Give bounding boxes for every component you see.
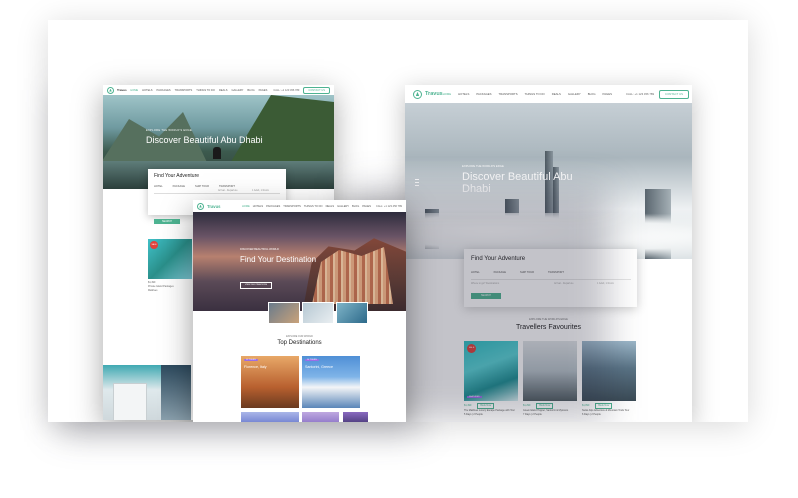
slider-dots[interactable] — [415, 179, 419, 187]
hero-banner: DISCOVER BEAUTIFUL WORLD Find Your Desti… — [193, 212, 406, 311]
logo[interactable]: Travus — [413, 89, 443, 99]
nav-item-deals[interactable]: DEALS — [219, 89, 228, 92]
nav-item-blog[interactable]: BLOG — [352, 205, 359, 208]
tab-hotel[interactable]: HOTEL — [154, 185, 163, 188]
hero-title: Find Your Destination — [240, 255, 317, 264]
hero-kicker: DISCOVER BEAUTIFUL WORLD — [240, 248, 279, 251]
screen-destinations: Travus HOME HOTELS PACKAGES TRANSPORTS T… — [193, 200, 406, 422]
tab-transport[interactable]: TRANSPORT — [219, 185, 235, 188]
nav-item-hotels[interactable]: HOTELS — [458, 92, 469, 96]
nav-item-things-to-do[interactable]: THINGS TO DO — [304, 205, 323, 208]
nav-item-hotels[interactable]: HOTELS — [142, 89, 152, 92]
logo-text: Travus — [207, 203, 221, 209]
nav-item-hotels[interactable]: HOTELS — [253, 205, 263, 208]
phone-number: CALL: +1 123 456 789 — [625, 92, 655, 96]
nav-item-deals[interactable]: DEALS — [552, 92, 561, 96]
date-field[interactable]: Arrival - Departure — [218, 189, 238, 192]
tour-card-image[interactable]: SALE — [148, 239, 192, 279]
building-image — [103, 365, 161, 420]
nav-item-packages[interactable]: PACKAGES — [266, 205, 280, 208]
logo-mountain-icon — [197, 202, 204, 210]
nav-item-gallery[interactable]: GALLERY — [337, 205, 349, 208]
logo-text: Travus — [425, 91, 443, 97]
nav-item-deals[interactable]: DEALS — [326, 205, 335, 208]
destination-card[interactable]: 14 TOURS Santorini, Greece — [302, 356, 360, 408]
tab-ship-tour[interactable]: SHIP TOUR — [195, 185, 209, 188]
guests-field[interactable]: 1 Adult, 1 Room — [252, 189, 269, 192]
section-title: Top Destinations — [277, 340, 322, 346]
nav-item-gallery[interactable]: GALLERY — [231, 89, 243, 92]
top-nav: Travus HOME HOTELS PACKAGES TRANSPORTS T… — [103, 85, 334, 95]
thumbnail[interactable] — [268, 302, 300, 324]
destination-card[interactable]: 12 TOURS Florence, Italy — [241, 356, 299, 408]
search-button[interactable]: SEARCH — [154, 219, 180, 224]
nav-item-home[interactable]: HOME — [242, 205, 250, 208]
tour-card-info: $1,499 Private Island Packages Maldives — [148, 281, 192, 293]
person-silhouette — [213, 147, 221, 159]
nav-menu: HOME HOTELS PACKAGES TRANSPORTS THINGS T… — [443, 92, 612, 96]
nav-item-packages[interactable]: PACKAGES — [157, 89, 171, 92]
nav-item-pages[interactable]: PAGES — [362, 205, 371, 208]
tour-card-meta: Maldives — [148, 289, 158, 292]
nav-item-transports[interactable]: TRANSPORTS — [175, 89, 193, 92]
contact-button[interactable]: CONTACT US — [659, 89, 689, 99]
logo-mountain-icon — [107, 86, 114, 94]
nav-item-home[interactable]: HOME — [130, 89, 138, 92]
hero-kicker: EXPLORE THE WORLD'S EDGE — [146, 129, 192, 132]
phone-number: CALL: +1 123 456 789 — [273, 88, 300, 92]
nav-item-transports[interactable]: TRANSPORTS — [499, 92, 518, 96]
hero-kicker: EXPLORE THE WORLD'S EDGE — [462, 164, 504, 168]
top-nav: Travus HOME HOTELS PACKAGES TRANSPORTS T… — [193, 200, 406, 212]
nav-item-things-to-do[interactable]: THINGS TO DO — [525, 92, 545, 96]
nav-item-gallery[interactable]: GALLERY — [568, 92, 581, 96]
nav-item-transports[interactable]: TRANSPORTS — [283, 205, 301, 208]
nav-item-pages[interactable]: PAGES — [259, 89, 268, 92]
nav-item-blog[interactable]: BLOG — [588, 92, 596, 96]
search-panel-title: Find Your Adventure — [154, 173, 200, 179]
tour-count-badge: 12 TOURS — [244, 359, 258, 361]
nav-item-packages[interactable]: PACKAGES — [476, 92, 491, 96]
logo[interactable]: Travus — [107, 86, 127, 94]
destination-card[interactable] — [241, 412, 299, 422]
logo-mountain-icon — [413, 89, 422, 99]
tour-count-badge: 14 TOURS — [305, 359, 319, 361]
hero-title: Discover Beautiful Abu Dhabi — [146, 135, 263, 145]
search-tabs: HOTEL PACKAGE SHIP TOUR TRANSPORT — [154, 185, 235, 188]
tab-package[interactable]: PACKAGE — [173, 185, 185, 188]
hero-thumbnails — [268, 302, 368, 324]
mockup-board: Travus HOME HOTELS PACKAGES TRANSPORTS T… — [48, 20, 748, 422]
nav-item-blog[interactable]: BLOG — [247, 89, 254, 92]
nav-item-pages[interactable]: PAGES — [603, 92, 612, 96]
destination-name: Florence, Italy — [244, 365, 267, 369]
thumbnail[interactable] — [302, 302, 334, 324]
nav-item-things-to-do[interactable]: THINGS TO DO — [196, 89, 215, 92]
phone-number: CALL: +1 123 456 789 — [375, 204, 402, 208]
top-nav: Travus HOME HOTELS PACKAGES TRANSPORTS T… — [405, 85, 692, 103]
logo-text: Travus — [117, 88, 127, 92]
section-kicker: EXPLORE OUR WORLD — [286, 335, 313, 338]
thumbnail[interactable] — [336, 302, 368, 324]
field-divider — [154, 193, 280, 194]
destination-card[interactable] — [302, 412, 339, 422]
building-shape — [113, 383, 147, 420]
destination-card[interactable] — [343, 412, 368, 422]
nav-menu: HOME HOTELS PACKAGES TRANSPORTS THINGS T… — [130, 89, 267, 92]
view-destinations-button[interactable]: VIEW DESTINATIONS — [240, 282, 272, 289]
nav-menu: HOME HOTELS PACKAGES TRANSPORTS THINGS T… — [242, 205, 371, 208]
logo[interactable]: Travus — [197, 202, 221, 210]
sale-badge: SALE — [150, 241, 158, 249]
city-image — [161, 365, 191, 420]
nav-item-home[interactable]: HOME — [443, 92, 451, 96]
contact-button[interactable]: CONTACT US — [303, 86, 330, 94]
destination-name: Santorini, Greece — [305, 365, 333, 369]
